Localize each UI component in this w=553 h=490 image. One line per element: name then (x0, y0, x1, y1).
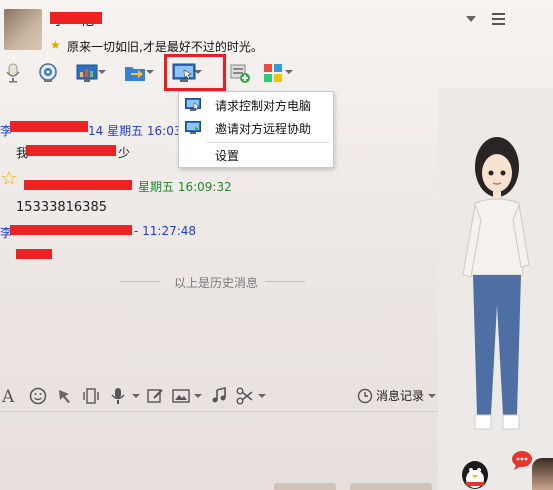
top-toolbar (4, 62, 22, 83)
handwriting-tool (146, 386, 164, 406)
message-time: - 11:27:48 (134, 224, 197, 238)
bottom-button-edge[interactable] (274, 483, 336, 490)
history-divider: 以上是历史消息 (174, 276, 259, 290)
redaction-sender (10, 225, 132, 235)
music-tool (210, 386, 228, 406)
menu-item-label: 设置 (215, 148, 240, 163)
redaction-sender (10, 121, 88, 132)
menu-separator (207, 142, 329, 143)
image-tool (172, 386, 202, 406)
nudge-tool (56, 386, 74, 406)
qq-penguin-icon[interactable] (455, 455, 495, 490)
divider-line-left (120, 281, 160, 282)
message-text-tail: 少 (118, 146, 131, 160)
star-icon: ★ (50, 38, 61, 52)
redaction-name (50, 12, 102, 24)
record-dropdown[interactable] (428, 393, 437, 398)
remote-desktop-highlight (164, 54, 226, 91)
screenshot-dropdown[interactable] (258, 394, 266, 398)
menu-icon[interactable] (492, 10, 505, 25)
star-icon: ☆ (0, 166, 18, 190)
menu-item-settings[interactable]: 设置 (179, 144, 333, 166)
webcam-tool (38, 62, 57, 82)
message-record-label: 消息记录 (376, 389, 425, 403)
shake-tool (82, 386, 100, 406)
file-transfer-dropdown[interactable] (146, 70, 154, 74)
microphone-icon[interactable] (4, 63, 22, 83)
screenshot-tool (236, 386, 266, 406)
file-transfer-icon[interactable] (124, 63, 145, 81)
menu-item-label: 请求控制对方电脑 (215, 98, 312, 113)
chat-bubble-icon[interactable] (510, 449, 534, 471)
emoji-icon[interactable] (29, 387, 47, 405)
image-dropdown[interactable] (194, 394, 202, 398)
edit-icon[interactable] (146, 387, 164, 405)
screen-share-icon[interactable] (76, 63, 98, 82)
screen-share-dropdown[interactable] (98, 70, 106, 74)
redaction-message (16, 249, 52, 259)
font-icon[interactable]: A (2, 387, 20, 407)
voice-dropdown[interactable] (132, 394, 140, 398)
screen-share-tool (76, 62, 106, 82)
file-transfer-tool (124, 62, 154, 82)
clock-icon (357, 388, 373, 403)
music-icon[interactable] (210, 386, 228, 405)
message-time: 星期五 16:09:32 (138, 180, 232, 194)
show-avatar-figure (462, 137, 530, 430)
apps-dropdown[interactable] (285, 70, 293, 74)
menu-item-invite-assist[interactable]: 邀请对方远程协助 (179, 117, 333, 139)
voice-message-icon[interactable] (110, 387, 128, 405)
redaction-message (26, 145, 116, 156)
contact-avatar[interactable] (4, 9, 42, 50)
nudge-icon[interactable] (56, 387, 74, 405)
emoji-tool (29, 386, 47, 406)
input-toolbar: A (2, 386, 20, 407)
apps-grid-icon[interactable] (263, 63, 282, 82)
webcam-icon[interactable] (38, 63, 57, 82)
redaction-sender (24, 180, 132, 190)
shake-icon[interactable] (82, 387, 100, 405)
image-icon[interactable] (172, 387, 190, 405)
remote-control-icon (185, 98, 201, 111)
contact-signature: 原来一切如旧,才是最好不过的时光。 (67, 40, 263, 54)
message-text: 15333816385 (16, 200, 107, 215)
chevron-down-icon[interactable] (466, 16, 476, 22)
apps-tool (263, 62, 293, 82)
add-app-icon[interactable] (230, 63, 250, 83)
voice-tool (110, 386, 140, 406)
divider-line-right (265, 281, 305, 282)
scissors-icon[interactable] (236, 387, 254, 405)
remote-assist-icon (185, 121, 201, 134)
add-app-tool (230, 62, 250, 83)
menu-item-label: 邀请对方远程协助 (215, 121, 312, 136)
remote-desktop-menu: 请求控制对方电脑 邀请对方远程协助 设置 (178, 91, 334, 168)
message-record-button[interactable]: 消息记录 (357, 387, 437, 404)
menu-item-request-control[interactable]: 请求控制对方电脑 (179, 94, 333, 116)
input-divider (0, 411, 438, 412)
contact-thumbnail[interactable] (532, 458, 553, 490)
bottom-button-edge[interactable] (350, 483, 432, 490)
